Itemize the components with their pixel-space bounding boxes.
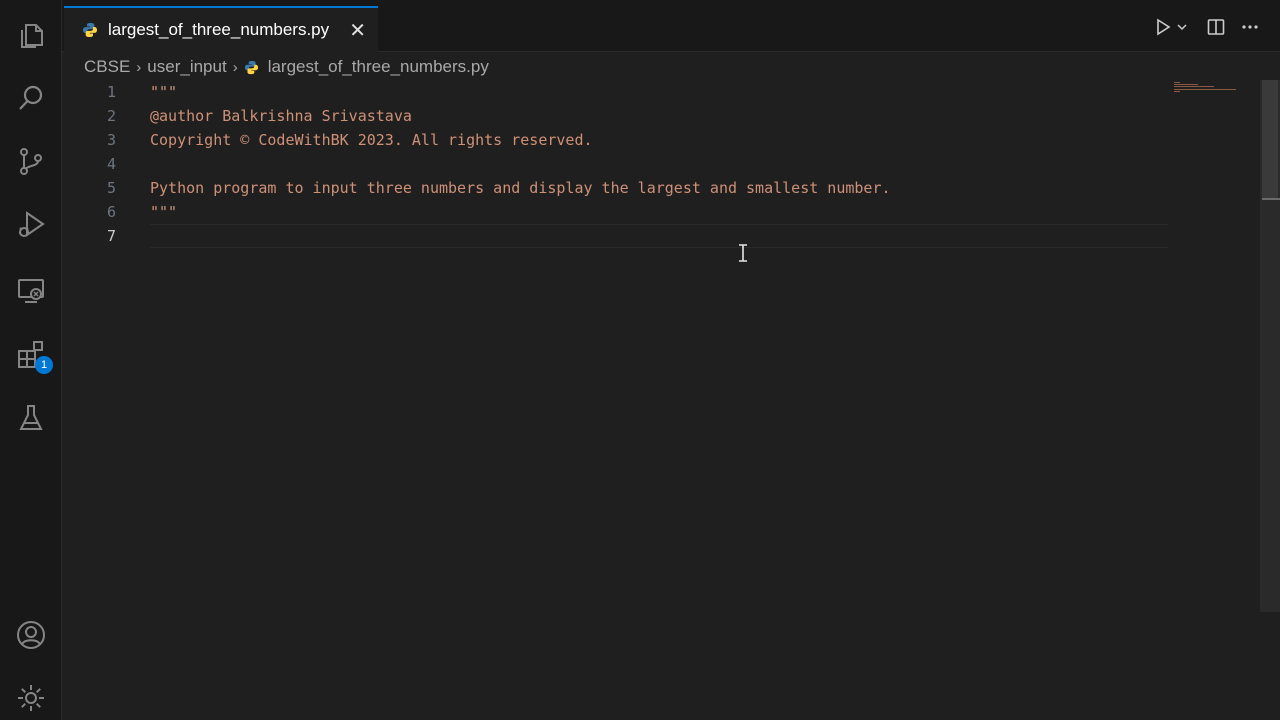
tab-largest-of-three-numbers[interactable]: largest_of_three_numbers.py ✕ (64, 6, 378, 52)
chevron-down-icon[interactable] (1175, 16, 1189, 38)
run-python-file-button[interactable] (1152, 16, 1174, 38)
explorer-icon[interactable] (13, 18, 49, 54)
line-number: 3 (106, 131, 116, 149)
breadcrumb-separator-icon: › (232, 58, 238, 76)
breadcrumb-item-file[interactable]: largest_of_three_numbers.py (268, 57, 489, 77)
breadcrumb-item-user-input[interactable]: user_input (147, 57, 226, 77)
code-line: 3 Copyright © CodeWithBK 2023. All right… (62, 128, 1172, 152)
line-number: 7 (106, 227, 116, 245)
code-line: 4 (62, 152, 1172, 176)
line-number: 1 (106, 83, 116, 101)
code-line: 5 Python program to input three numbers … (62, 176, 1172, 200)
tab-label: largest_of_three_numbers.py (108, 20, 330, 39)
testing-icon[interactable] (13, 400, 49, 436)
extensions-badge: 1 (35, 356, 53, 374)
manage-gear-icon[interactable] (13, 680, 49, 716)
code-editor[interactable]: 1 """ 2 @author Balkrishna Srivastava 3 … (62, 80, 1260, 720)
code-text: Python program to input three numbers an… (150, 179, 891, 197)
tab-bar: largest_of_three_numbers.py ✕ (62, 0, 1280, 52)
line-number: 4 (106, 155, 116, 173)
account-icon[interactable] (13, 617, 49, 653)
line-number: 6 (106, 203, 116, 221)
python-file-icon (83, 23, 97, 37)
close-icon[interactable]: ✕ (349, 18, 366, 43)
breadcrumb-separator-icon: › (136, 58, 142, 76)
code-line: 2 @author Balkrishna Srivastava (62, 104, 1172, 128)
scrollbar-thumb[interactable] (1262, 80, 1278, 198)
code-line: 6 """ (62, 200, 1172, 224)
code-text: """ (150, 83, 178, 101)
overview-ruler-cursor-mark (1262, 198, 1280, 200)
line-number: 5 (106, 179, 116, 197)
breadcrumb: CBSE › user_input › largest_of_three_num… (84, 56, 489, 78)
source-control-icon[interactable] (13, 143, 49, 179)
run-debug-icon[interactable] (13, 207, 49, 243)
minimap[interactable] (1172, 80, 1242, 100)
search-icon[interactable] (13, 80, 49, 116)
remote-explorer-icon[interactable] (13, 272, 49, 308)
python-file-icon (244, 60, 258, 74)
line-number: 2 (106, 107, 116, 125)
more-actions-icon[interactable] (1239, 16, 1261, 38)
split-editor-icon[interactable] (1205, 16, 1227, 38)
activity-bar: 1 (0, 0, 62, 720)
code-line-active: 7 (62, 224, 1172, 248)
code-text: """ (150, 203, 178, 221)
code-line: 1 """ (62, 80, 1172, 104)
extensions-icon[interactable]: 1 (13, 336, 53, 374)
text-cursor-icon (739, 244, 747, 262)
code-text: @author Balkrishna Srivastava (150, 107, 412, 125)
breadcrumb-item-cbse[interactable]: CBSE (84, 57, 130, 77)
code-text: Copyright © CodeWithBK 2023. All rights … (150, 131, 593, 149)
